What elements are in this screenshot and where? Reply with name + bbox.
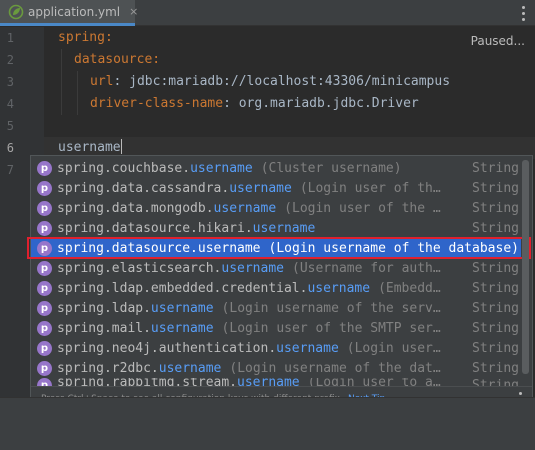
property-icon: p xyxy=(37,320,52,336)
property-icon: p xyxy=(37,260,52,276)
suggestion-type: String xyxy=(472,340,519,356)
property-icon: p xyxy=(37,300,52,316)
yaml-key: datasource: xyxy=(74,52,161,67)
suggestion-type: String xyxy=(472,280,519,296)
suggestion-prefix: spring.mail. xyxy=(57,320,151,336)
line-number: 7 xyxy=(6,163,14,177)
suggestion-description: (Login username of the database) xyxy=(268,240,519,256)
code-line-4: driver-class-name: org.mariadb.jdbc.Driv… xyxy=(90,93,419,115)
completion-item[interactable]: p spring.data.cassandra.username (Login … xyxy=(31,178,521,198)
popup-scrollbar[interactable] xyxy=(522,160,529,374)
tab-application-yml[interactable]: application.yml × xyxy=(0,0,138,26)
suggestion-type: String xyxy=(472,180,519,196)
completion-item[interactable]: p spring.ldap.embedded.credential.userna… xyxy=(31,278,521,298)
text-caret xyxy=(120,139,122,154)
more-options-icon[interactable] xyxy=(517,4,529,22)
suggestion-description: (Cluster username) xyxy=(260,160,402,176)
line-number: 2 xyxy=(6,53,14,67)
suggestion-description: (Login user of the SMTP ser… xyxy=(221,320,441,336)
suggestion-match: username xyxy=(158,360,222,376)
suggestion-type: String xyxy=(472,320,519,336)
line-number: 1 xyxy=(6,31,14,45)
suggestion-prefix: spring.ldap. xyxy=(57,300,151,316)
yaml-value: jdbc:mariadb://localhost:43306/minicampu… xyxy=(129,74,451,89)
suggestion-prefix: spring.data.cassandra. xyxy=(57,180,230,196)
suggestion-prefix: spring.ldap.embedded.credential. xyxy=(57,280,308,296)
suggestion-type: String xyxy=(472,260,519,276)
indent-guide xyxy=(61,49,62,115)
suggestion-prefix: spring.datasource. xyxy=(57,240,198,256)
suggestion-match: username xyxy=(213,200,277,216)
suggestion-type: String xyxy=(472,200,519,216)
completion-item[interactable]: p spring.couchbase.username (Cluster use… xyxy=(31,158,521,178)
property-icon: p xyxy=(37,220,52,236)
bottom-panel xyxy=(0,397,535,450)
suggestion-match: username xyxy=(276,340,339,356)
yaml-key: url xyxy=(90,74,114,89)
code-line-2: datasource: xyxy=(74,49,160,71)
suggestion-match: username xyxy=(229,180,292,196)
suggestion-match: username xyxy=(190,160,253,176)
suggestion-type: String xyxy=(472,160,519,176)
yaml-separator: : xyxy=(223,96,239,111)
completion-item[interactable]: p spring.elasticsearch.username (Usernam… xyxy=(31,258,521,278)
suggestion-match: username xyxy=(252,220,316,236)
property-icon: p xyxy=(37,280,52,296)
completion-item[interactable]: p spring.datasource.hikari.username Stri… xyxy=(31,218,521,238)
completion-item-selected[interactable]: p spring.datasource.username (Login user… xyxy=(27,237,531,259)
yaml-value: org.mariadb.jdbc.Driver xyxy=(238,96,419,111)
suggestion-match: username xyxy=(221,260,284,276)
suggestion-description: (Login user of th… xyxy=(299,180,441,196)
code-line-1: spring: xyxy=(58,27,113,49)
typed-text: username xyxy=(58,140,121,155)
completion-item[interactable]: p spring.mail.username (Login user of th… xyxy=(31,318,521,338)
suggestion-match: username xyxy=(150,320,214,336)
yaml-key: driver-class-name xyxy=(90,96,224,111)
completion-item[interactable]: p spring.data.mongodb.username (Login us… xyxy=(31,198,521,218)
suggestion-description: (Login user… xyxy=(346,340,441,356)
property-icon: p xyxy=(37,160,52,176)
editor-tab-bar: application.yml × xyxy=(0,0,535,26)
indent-guide xyxy=(77,71,78,115)
suggestion-match: username xyxy=(150,300,214,316)
line-number-current: 6 xyxy=(6,141,14,155)
completion-item[interactable]: p spring.neo4j.authentication.username (… xyxy=(31,338,521,358)
property-icon: p xyxy=(37,200,52,216)
suggestion-match: username xyxy=(307,280,371,296)
suggestion-prefix: spring.r2dbc. xyxy=(57,360,159,376)
suggestion-type: String xyxy=(472,360,519,376)
yaml-key: spring: xyxy=(58,30,113,45)
code-line-3: url: jdbc:mariadb://localhost:43306/mini… xyxy=(90,71,450,93)
completion-popup[interactable]: p spring.couchbase.username (Cluster use… xyxy=(27,155,533,411)
completion-item[interactable]: p spring.r2dbc.username (Login username … xyxy=(31,358,521,378)
suggestion-description: (Login user of the … xyxy=(284,200,441,216)
suggestion-match: username xyxy=(197,240,261,256)
suggestion-type: String xyxy=(472,220,519,236)
suggestion-description: (Login username of the dat… xyxy=(229,360,441,376)
analysis-status: Paused... xyxy=(470,34,525,48)
tab-label: application.yml xyxy=(28,4,121,19)
tab-close-icon[interactable]: × xyxy=(129,5,138,18)
suggestion-prefix: spring.couchbase. xyxy=(57,160,191,176)
suggestion-description: (Embedd… xyxy=(378,280,441,296)
suggestion-prefix: spring.datasource.hikari. xyxy=(57,220,253,236)
suggestion-prefix: spring.neo4j.authentication. xyxy=(57,340,277,356)
line-number: 3 xyxy=(6,75,14,89)
suggestion-description: (Login username of the serv… xyxy=(221,300,441,316)
yaml-separator: : xyxy=(113,74,130,89)
suggestion-prefix: spring.data.mongodb. xyxy=(57,200,214,216)
line-number: 5 xyxy=(6,119,14,133)
property-icon: p xyxy=(37,360,52,376)
spring-leaf-icon xyxy=(8,4,24,20)
property-icon: p xyxy=(37,340,52,356)
property-icon: p xyxy=(37,180,52,196)
property-icon: p xyxy=(37,240,52,256)
suggestion-description: (Username for auth… xyxy=(292,260,441,276)
suggestion-type: String xyxy=(472,300,519,316)
line-number: 4 xyxy=(6,97,14,111)
suggestion-prefix: spring.elasticsearch. xyxy=(57,260,222,276)
completion-item[interactable]: p spring.ldap.username (Login username o… xyxy=(31,298,521,318)
